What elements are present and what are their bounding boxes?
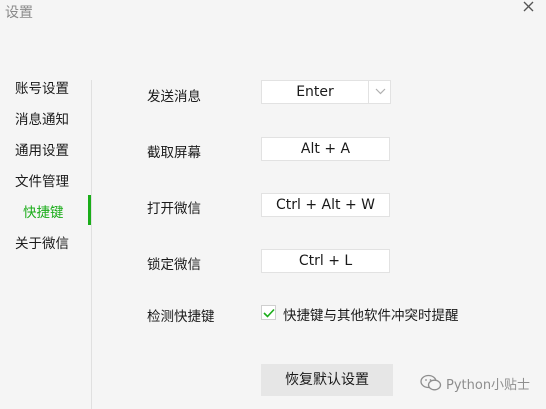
conflict-reminder-label[interactable]: 快捷键与其他软件冲突时提醒	[283, 304, 459, 324]
open-wechat-label: 打开微信	[147, 201, 201, 217]
check-icon	[263, 308, 275, 318]
chevron-down-icon	[375, 88, 385, 95]
window-title: 设置	[5, 5, 33, 21]
close-button[interactable]	[518, 0, 540, 16]
send-message-value: Enter	[296, 84, 334, 100]
sidebar-item-notifications[interactable]: 消息通知	[15, 108, 69, 128]
settings-window: 设置 账号设置 消息通知 通用设置 文件管理 快捷键 关于微信 发送消息 Ent…	[0, 0, 546, 409]
lock-wechat-shortcut-field[interactable]: Ctrl + L	[261, 249, 390, 273]
close-icon	[523, 1, 534, 12]
watermark-text: Python小贴士	[446, 377, 531, 393]
dropdown-separator	[368, 81, 369, 103]
sidebar-item-account[interactable]: 账号设置	[15, 77, 69, 97]
send-message-dropdown[interactable]: Enter	[261, 80, 391, 104]
sidebar-item-about[interactable]: 关于微信	[15, 232, 69, 252]
sidebar-item-general[interactable]: 通用设置	[15, 139, 69, 159]
send-message-label: 发送消息	[147, 89, 201, 105]
screenshot-shortcut-field[interactable]: Alt + A	[261, 137, 390, 161]
conflict-reminder-checkbox[interactable]	[261, 305, 276, 320]
open-wechat-shortcut-field[interactable]: Ctrl + Alt + W	[261, 193, 390, 217]
wechat-logo-icon	[420, 374, 442, 391]
sidebar-item-shortcuts[interactable]: 快捷键	[23, 201, 64, 221]
screenshot-label: 截取屏幕	[147, 145, 201, 161]
dropdown-arrow-button[interactable]	[370, 81, 390, 103]
reset-defaults-button[interactable]: 恢复默认设置	[261, 364, 393, 396]
sidebar-item-files[interactable]: 文件管理	[15, 170, 69, 190]
sidebar-divider	[91, 80, 92, 409]
watermark: Python小贴士	[420, 373, 530, 393]
lock-wechat-label: 锁定微信	[147, 257, 201, 273]
detect-shortcuts-label: 检测快捷键	[147, 309, 215, 325]
